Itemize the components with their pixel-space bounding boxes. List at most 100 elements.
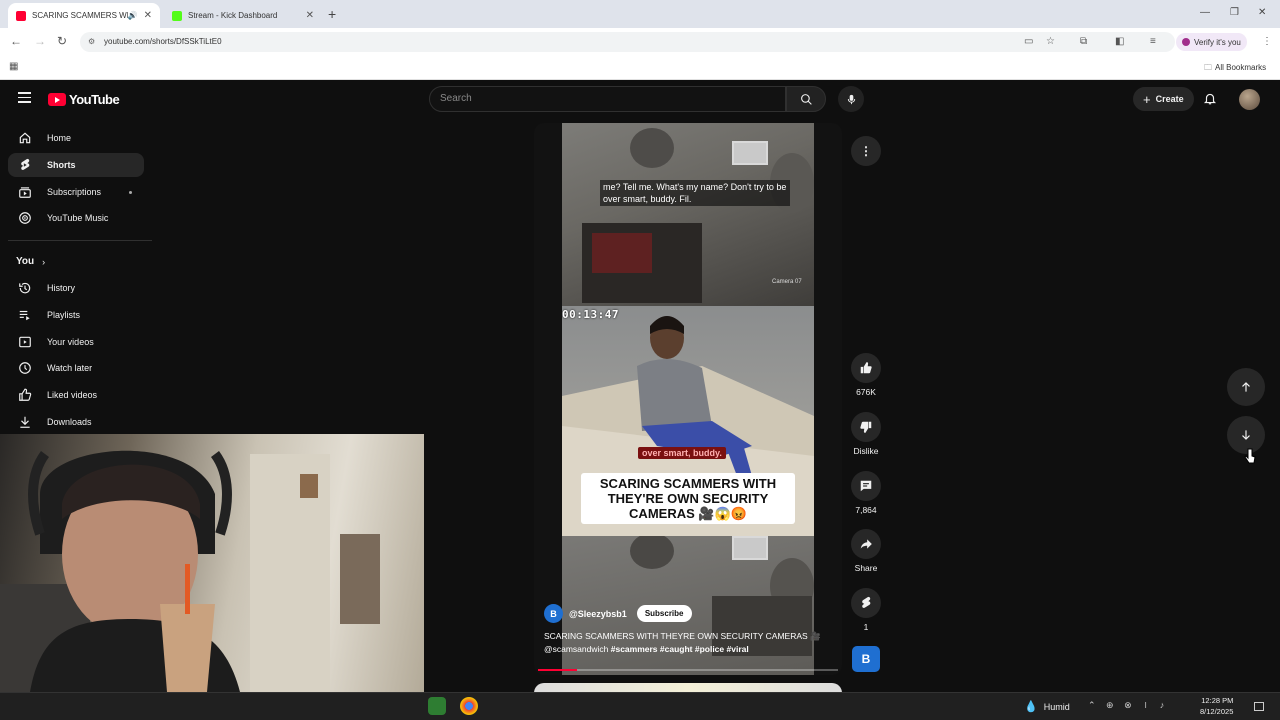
sidebar-item-history[interactable]: History bbox=[8, 276, 144, 300]
sidebar-item-downloads[interactable]: Downloads bbox=[8, 410, 144, 434]
search-button[interactable] bbox=[786, 86, 826, 112]
shorts-icon bbox=[17, 157, 33, 173]
description-mention[interactable]: @scamsandwich bbox=[544, 644, 608, 654]
notifications-button[interactable] bbox=[1203, 91, 1217, 111]
arrow-down-icon bbox=[1242, 430, 1250, 440]
channel-row: B @Sleezybsb1 Subscribe bbox=[544, 604, 692, 623]
remix-button[interactable]: 1 bbox=[848, 588, 884, 632]
sidebar-item-label: Watch later bbox=[47, 363, 93, 373]
bookmarks-bar bbox=[0, 56, 1280, 80]
logo-text: YouTube bbox=[69, 92, 120, 107]
more-vertical-icon: ⋮ bbox=[860, 144, 872, 158]
short-description[interactable]: SCARING SCAMMERS WITH THEYRE OWN SECURIT… bbox=[544, 630, 834, 656]
tab-youtube-short[interactable]: SCARING SCAMMERS WITH 🔊 ✕ bbox=[8, 3, 160, 28]
forward-icon[interactable]: → bbox=[34, 34, 46, 48]
microphone-icon bbox=[847, 94, 855, 104]
dislike-button[interactable]: Dislike bbox=[848, 412, 884, 456]
minimize-icon[interactable]: — bbox=[1200, 7, 1210, 18]
share-button[interactable]: Share bbox=[848, 529, 884, 573]
comments-button[interactable]: 7,864 bbox=[848, 471, 884, 515]
folder-icon: 🗀 bbox=[1204, 63, 1212, 72]
side-panel-icon[interactable]: ◧ bbox=[1115, 36, 1124, 47]
more-options-button[interactable]: ⋮ bbox=[851, 136, 881, 166]
watch-later-icon bbox=[17, 360, 33, 376]
video-overlay-caption: over smart, buddy. bbox=[638, 447, 726, 459]
liked-videos-icon bbox=[17, 387, 33, 403]
sidebar-item-home[interactable]: Home bbox=[8, 126, 144, 150]
close-tab-icon[interactable]: ✕ bbox=[144, 10, 152, 21]
restore-icon[interactable]: ❐ bbox=[1230, 7, 1239, 18]
sidebar-item-your-videos[interactable]: Your videos bbox=[8, 330, 144, 354]
cast-icon[interactable]: ▭ bbox=[1024, 36, 1033, 47]
apps-grid-icon[interactable]: ▦ bbox=[9, 61, 18, 72]
channel-mini-avatar[interactable]: B bbox=[852, 646, 880, 672]
short-video-player[interactable]: me? Tell me. What's my name? Don't try t… bbox=[534, 123, 842, 675]
youtube-logo[interactable]: YouTube bbox=[48, 92, 120, 107]
downloads-icon bbox=[17, 414, 33, 430]
tab-kick-dashboard[interactable]: Stream - Kick Dashboard ✕ bbox=[164, 3, 322, 28]
youtube-music-icon bbox=[17, 210, 33, 226]
weather-widget[interactable]: 💧 Humid bbox=[1024, 700, 1070, 713]
voice-search-button[interactable] bbox=[838, 86, 864, 112]
site-info-icon[interactable]: ⚙ bbox=[88, 37, 95, 46]
video-progress-fill bbox=[538, 669, 577, 671]
channel-avatar[interactable]: B bbox=[544, 604, 563, 623]
hamburger-menu-icon[interactable] bbox=[18, 92, 31, 106]
create-button[interactable]: + Create bbox=[1133, 87, 1194, 111]
thumbs-down-icon bbox=[860, 421, 872, 433]
bell-icon bbox=[1203, 93, 1217, 105]
tab-search-icon[interactable]: ≡ bbox=[1150, 36, 1156, 47]
new-tab-icon[interactable]: + bbox=[328, 6, 336, 22]
tab-title: SCARING SCAMMERS WITH bbox=[32, 11, 128, 20]
chrome-taskbar-icon[interactable] bbox=[460, 697, 478, 715]
sidebar-item-shorts[interactable]: Shorts bbox=[8, 153, 144, 177]
mouse-cursor-icon bbox=[1244, 448, 1256, 464]
audio-icon: 🔊 bbox=[127, 11, 138, 20]
browser-menu-icon[interactable]: ⋮ bbox=[1262, 36, 1272, 47]
sidebar-item-subscriptions[interactable]: Subscriptions bbox=[8, 180, 144, 204]
subscribe-button[interactable]: Subscribe bbox=[636, 605, 692, 622]
sidebar-item-label: Your videos bbox=[47, 337, 94, 347]
share-icon bbox=[860, 539, 872, 549]
video-timecode: 00:13:47 bbox=[562, 308, 619, 321]
previous-short-button[interactable] bbox=[1227, 368, 1265, 406]
notification-center-icon[interactable] bbox=[1254, 702, 1264, 711]
all-bookmarks-button[interactable]: 🗀 All Bookmarks bbox=[1204, 62, 1266, 76]
remix-count: 1 bbox=[863, 622, 869, 632]
system-tray-icons[interactable]: ⌃ ⊕ ⊗ ⏽ ♪ bbox=[1088, 700, 1168, 711]
sidebar-item-playlists[interactable]: Playlists bbox=[8, 303, 144, 327]
search-input[interactable] bbox=[440, 93, 770, 104]
water-drop-icon: 💧 bbox=[1024, 701, 1038, 713]
like-button[interactable]: 676K bbox=[848, 353, 884, 397]
app-icon-android[interactable] bbox=[428, 697, 446, 715]
profile-verify-button[interactable]: Verify it's you bbox=[1176, 33, 1247, 51]
sidebar-divider bbox=[8, 240, 152, 241]
plus-icon: + bbox=[1143, 91, 1151, 107]
account-avatar[interactable] bbox=[1239, 89, 1260, 110]
sidebar-item-label: Shorts bbox=[47, 160, 76, 170]
arrow-up-icon bbox=[1242, 382, 1250, 392]
home-icon bbox=[17, 130, 33, 146]
sidebar-item-watch-later[interactable]: Watch later bbox=[8, 356, 144, 380]
sidebar-you-header[interactable]: You › bbox=[16, 256, 45, 267]
sidebar-item-label: YouTube Music bbox=[47, 213, 109, 223]
channel-handle[interactable]: @Sleezybsb1 bbox=[569, 609, 627, 619]
sidebar-item-liked-videos[interactable]: Liked videos bbox=[8, 383, 144, 407]
back-icon[interactable]: ← bbox=[10, 34, 22, 48]
reload-icon[interactable]: ↻ bbox=[57, 34, 67, 48]
your-videos-icon bbox=[17, 334, 33, 350]
extensions-icon[interactable]: ⧉ bbox=[1080, 36, 1087, 47]
description-hashtags[interactable]: #scammers #caught #police #viral bbox=[611, 644, 749, 654]
video-progress-bar[interactable] bbox=[538, 669, 838, 671]
address-bar[interactable]: ⚙ youtube.com/shorts/DfSSkTiLtE0 bbox=[80, 32, 1175, 52]
bookmark-star-icon[interactable]: ☆ bbox=[1046, 36, 1055, 47]
close-tab-icon[interactable]: ✕ bbox=[306, 10, 314, 21]
clock-time: 12:28 PM bbox=[1201, 696, 1234, 705]
taskbar-clock[interactable]: 12:28 PM 8/12/2025 bbox=[1200, 695, 1233, 717]
chevron-right-icon: › bbox=[42, 256, 46, 267]
kick-favicon-icon bbox=[172, 10, 182, 21]
sidebar-item-label: Playlists bbox=[47, 310, 81, 320]
sidebar-item-youtube-music[interactable]: YouTube Music bbox=[8, 206, 144, 230]
close-window-icon[interactable]: ✕ bbox=[1258, 7, 1266, 18]
comment-icon bbox=[860, 480, 872, 492]
